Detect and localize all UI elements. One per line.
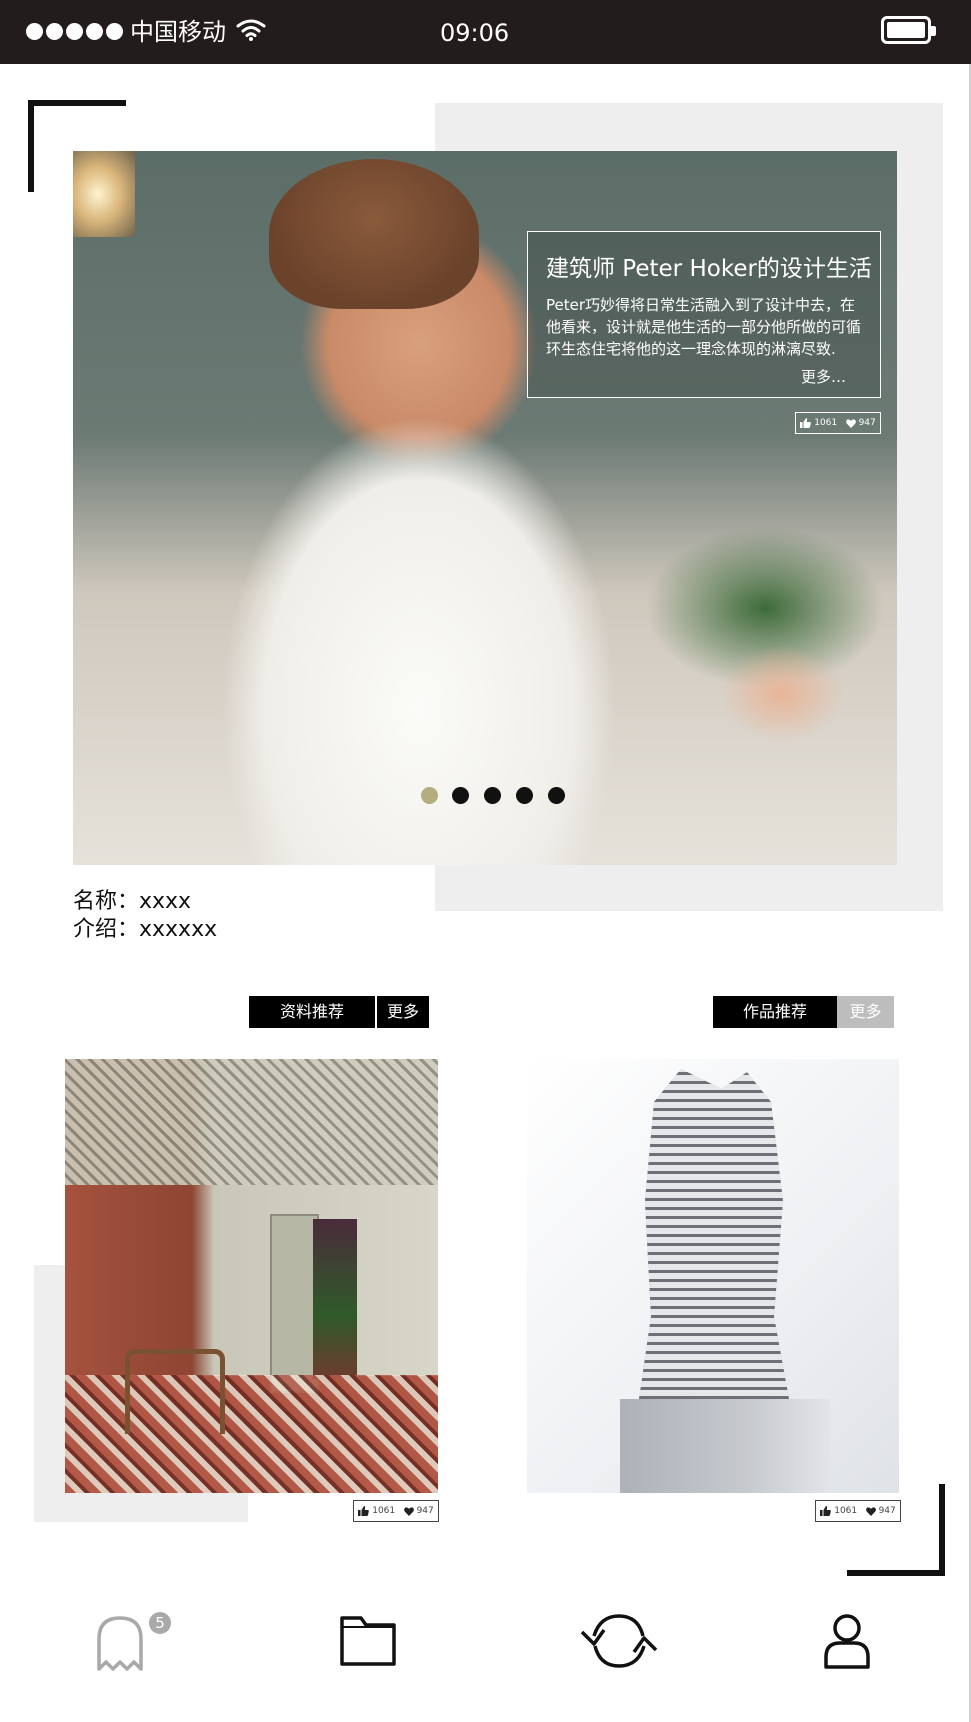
works-more-button[interactable]: 更多 bbox=[837, 996, 894, 1028]
like-count: 1061 bbox=[814, 418, 838, 428]
tiled-floor bbox=[65, 1375, 438, 1493]
heart-icon bbox=[403, 1506, 414, 1516]
materials-more-button[interactable]: 更多 bbox=[377, 996, 429, 1028]
wooden-chair bbox=[125, 1349, 225, 1434]
hero-description: Peter巧妙得将日常生活融入到了设计中去，在他看来，设计就是他生活的一部分他所… bbox=[546, 296, 862, 358]
hero-stats: 1061 947 bbox=[795, 412, 881, 434]
hero-more-link[interactable]: 更多… bbox=[801, 367, 846, 387]
info-intro: 介绍：xxxxxx bbox=[73, 917, 218, 942]
model-base bbox=[620, 1399, 830, 1493]
thumbs-up-icon bbox=[820, 1506, 832, 1516]
like-count: 1061 bbox=[372, 1506, 396, 1516]
carrier-name: 中国移动 bbox=[130, 18, 226, 46]
info-name: 名称：xxxx bbox=[73, 889, 192, 914]
materials-tab-button[interactable]: 资料推荐 bbox=[249, 996, 375, 1028]
notification-badge: 5 bbox=[149, 1612, 171, 1634]
favorite-count: 947 bbox=[416, 1506, 434, 1516]
portrait-hair bbox=[269, 159, 479, 309]
ghost-icon[interactable] bbox=[95, 1615, 145, 1671]
favorite-count: 947 bbox=[858, 418, 876, 428]
status-bar: 中国移动 09:06 bbox=[0, 0, 971, 64]
works-section-header: 作品推荐 更多 bbox=[713, 996, 894, 1028]
card-image-interior[interactable] bbox=[65, 1059, 438, 1493]
patterned-ceiling bbox=[65, 1059, 438, 1185]
pager-dot[interactable] bbox=[484, 787, 501, 804]
pager-dot[interactable] bbox=[548, 787, 565, 804]
pager-dot[interactable] bbox=[452, 787, 469, 804]
user-icon[interactable] bbox=[823, 1613, 871, 1669]
like-stat[interactable]: 1061 bbox=[358, 1506, 395, 1516]
lattice-door bbox=[270, 1214, 319, 1393]
favorite-stat[interactable]: 947 bbox=[845, 418, 876, 428]
card-stats-1: 1061 947 bbox=[353, 1500, 439, 1522]
refresh-icon[interactable] bbox=[580, 1612, 658, 1670]
thumbs-up-icon bbox=[358, 1506, 370, 1516]
hero-title: 建筑师 Peter Hoker的设计生活 bbox=[546, 256, 872, 282]
pager-dot-active[interactable] bbox=[421, 787, 438, 804]
works-tab-button[interactable]: 作品推荐 bbox=[713, 996, 837, 1028]
card-image-tower-model[interactable] bbox=[527, 1059, 899, 1493]
thumbs-up-icon bbox=[800, 418, 812, 428]
pager-dot[interactable] bbox=[516, 787, 533, 804]
battery-icon bbox=[881, 16, 936, 44]
like-stat[interactable]: 1061 bbox=[800, 418, 837, 428]
favorite-stat[interactable]: 947 bbox=[403, 1506, 434, 1516]
corner-bracket-bottom-right bbox=[847, 1484, 945, 1576]
wifi-icon bbox=[236, 19, 266, 41]
folder-icon[interactable] bbox=[339, 1615, 397, 1667]
materials-section-header: 资料推荐 更多 bbox=[249, 996, 429, 1028]
clock: 09:06 bbox=[440, 19, 510, 47]
heart-icon bbox=[845, 418, 856, 428]
hero-caption-card[interactable]: 建筑师 Peter Hoker的设计生活 Peter巧妙得将日常生活融入到了设计… bbox=[527, 231, 881, 398]
tower-model bbox=[639, 1069, 789, 1399]
doorway bbox=[313, 1219, 357, 1379]
wall-lamp bbox=[73, 151, 135, 237]
